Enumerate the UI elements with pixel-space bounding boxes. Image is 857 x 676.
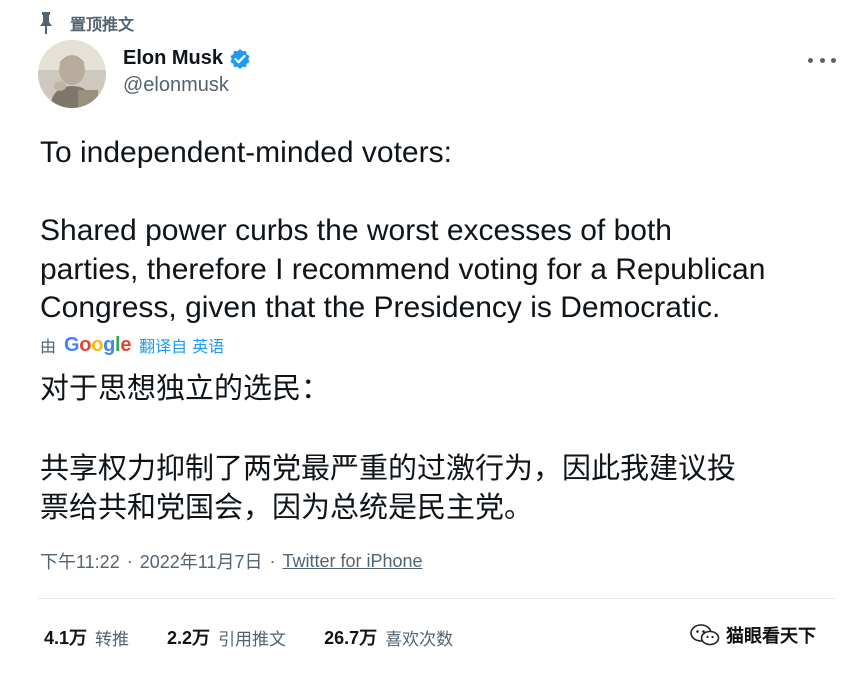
translation-attribution: 由 Google 翻译自 英语 xyxy=(40,333,224,357)
author-handle[interactable]: @elonmusk xyxy=(123,74,251,97)
translated-text-line: 对于思想独立的选民： xyxy=(40,371,331,405)
quotes-label: 引用推文 xyxy=(218,629,287,650)
google-logo: Google xyxy=(64,333,132,356)
retweets-label: 转推 xyxy=(95,629,130,650)
tweet-date[interactable]: 2022年11月7日 xyxy=(140,548,263,574)
tweet-text-line: Congress, given that the Presidency is D… xyxy=(40,291,721,324)
more-options-button[interactable] xyxy=(808,50,836,70)
pinned-tweet-header: 置顶推文 xyxy=(40,11,134,35)
verified-badge-icon xyxy=(230,48,250,69)
watermark: 猫眼看天下 xyxy=(690,622,816,648)
retweets-stat[interactable]: 4.1万 转推 xyxy=(44,624,129,650)
meta-separator: · xyxy=(126,550,133,571)
likes-label: 喜欢次数 xyxy=(385,629,454,650)
tweet-meta: 下午11:22 · 2022年11月7日 · Twitter for iPhon… xyxy=(40,548,423,574)
tweet-text-line: To independent-minded voters: xyxy=(40,136,452,169)
tweet-stats: 4.1万 转推 2.2万 引用推文 26.7万 喜欢次数 xyxy=(44,624,491,650)
tweet-source-link[interactable]: Twitter for iPhone xyxy=(282,551,422,572)
more-options-icon-dot xyxy=(831,57,836,63)
tweet-time[interactable]: 下午11:22 xyxy=(40,548,120,574)
tweet-text-paragraph: Shared power curbs the worst excesses of… xyxy=(40,212,765,328)
tweet-text-line: parties, therefore I recommend voting fo… xyxy=(40,252,766,286)
tweet-text-line: Shared power curbs the worst excesses of… xyxy=(40,214,672,247)
likes-count: 26.7万 xyxy=(324,628,378,648)
avatar[interactable] xyxy=(38,40,106,108)
meta-separator: · xyxy=(269,550,276,571)
translated-text-line: 票给共和党国会，因为总统是民主党。 xyxy=(40,490,534,524)
likes-stat[interactable]: 26.7万 喜欢次数 xyxy=(324,624,453,650)
more-options-icon xyxy=(808,57,813,63)
wechat-icon xyxy=(690,624,720,646)
tweet-author: Elon Musk @elonmusk xyxy=(38,40,251,108)
more-options-icon-dot xyxy=(819,57,825,63)
translated-by-label: 由 xyxy=(40,337,57,356)
pin-icon xyxy=(40,12,52,34)
author-display-name[interactable]: Elon Musk xyxy=(123,47,223,70)
retweets-count: 4.1万 xyxy=(44,628,88,648)
divider xyxy=(38,598,836,599)
translated-from-link[interactable]: 翻译自 英语 xyxy=(139,333,224,357)
quotes-count: 2.2万 xyxy=(167,628,211,648)
quotes-stat[interactable]: 2.2万 引用推文 xyxy=(167,624,286,650)
pinned-label: 置顶推文 xyxy=(70,17,135,34)
watermark-text: 猫眼看天下 xyxy=(726,626,816,647)
translated-text-line: 共享权力抑制了两党最严重的过激行为，因此我建议投 xyxy=(40,451,737,485)
translated-text-paragraph: 共享权力抑制了两党最严重的过激行为，因此我建议投 票给共和党国会，因为总统是民主… xyxy=(40,449,736,527)
